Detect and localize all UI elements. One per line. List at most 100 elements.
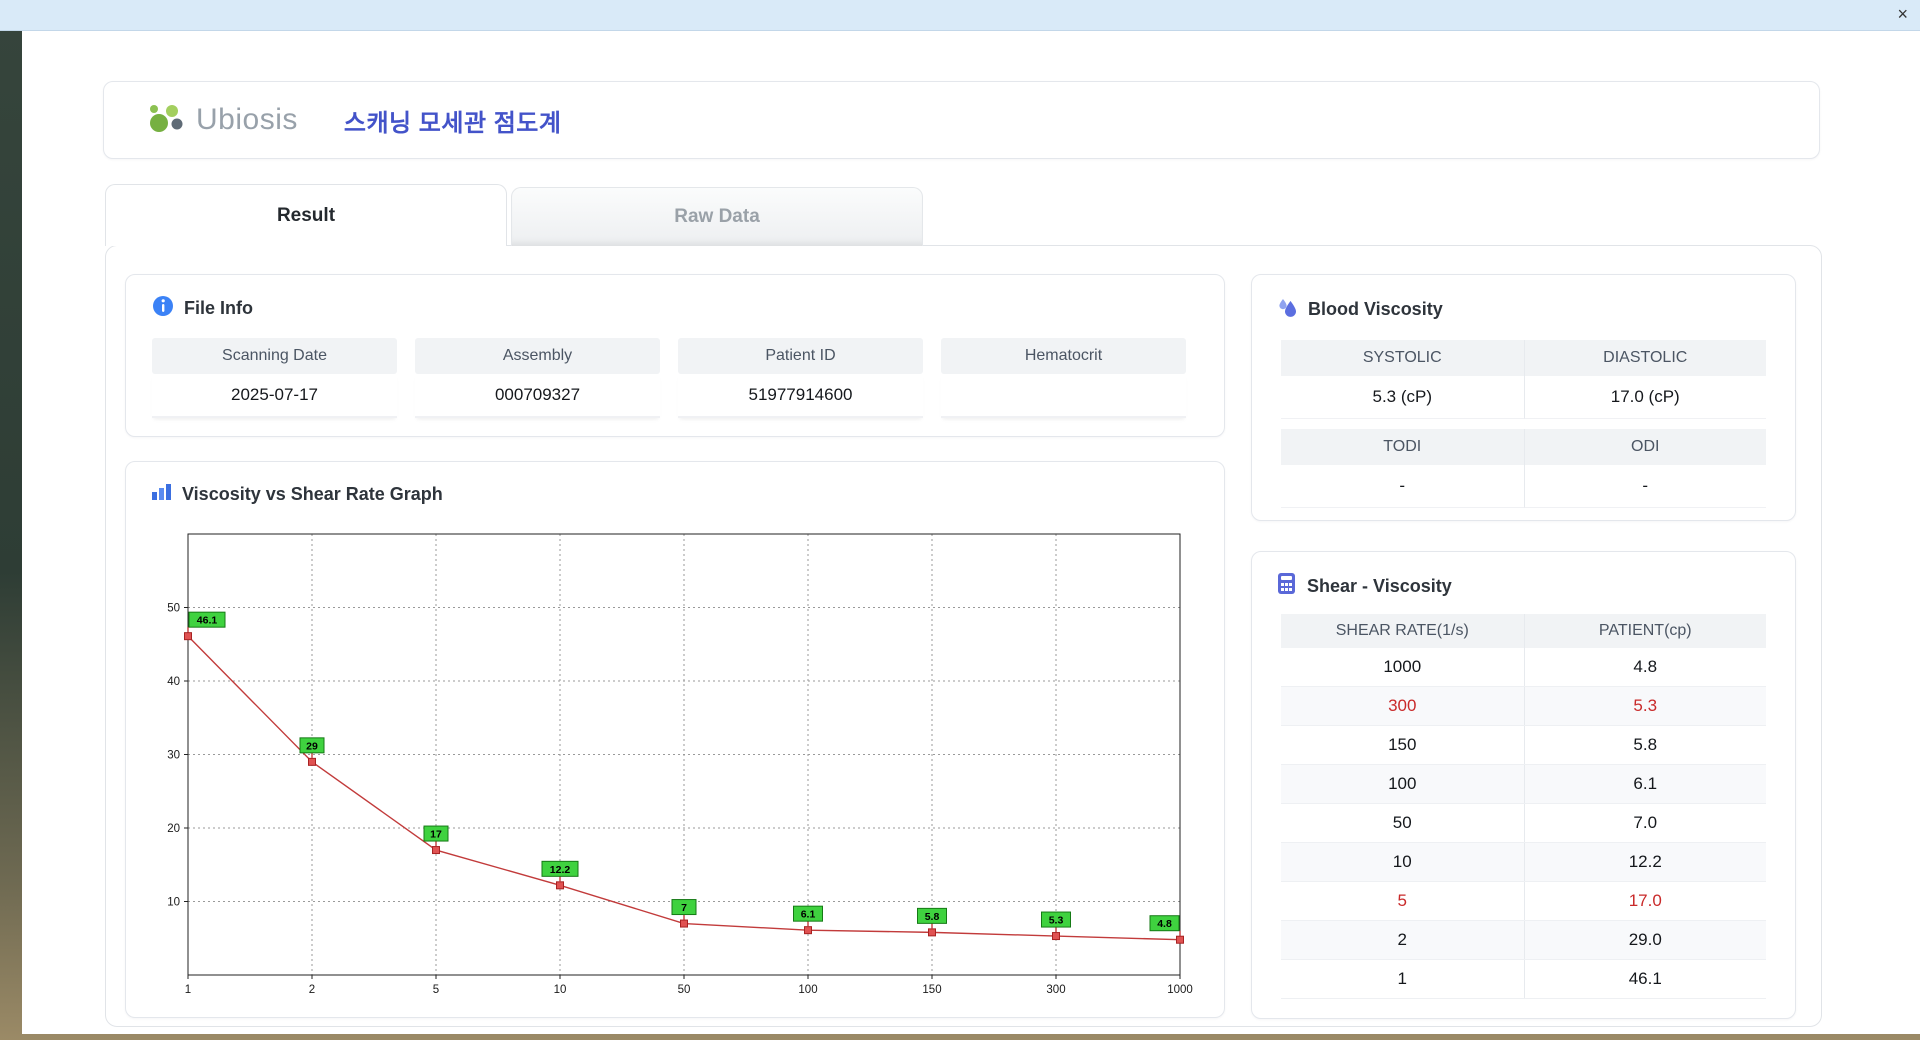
patient-viscosity-cell: 5.3 xyxy=(1523,687,1767,725)
logo-text: Ubiosis xyxy=(196,103,298,136)
shear-viscosity-card: Shear - Viscosity SHEAR RATE(1/s) PATIEN… xyxy=(1251,551,1796,1019)
svg-text:6.1: 6.1 xyxy=(801,909,816,921)
shear-rate-cell: 50 xyxy=(1392,813,1412,832)
svg-text:150: 150 xyxy=(922,984,941,996)
shear-table-body: 1000 4.8 300 5.3 150 5.8 100 6.1 50 7.0 10 12.2 5 17.… xyxy=(1281,648,1766,999)
graph-title-row: Viscosity vs Shear Rate Graph xyxy=(150,482,1200,507)
odi-label: ODI xyxy=(1523,429,1766,465)
shear-rate-cell: 1 xyxy=(1397,969,1407,988)
svg-text:5.8: 5.8 xyxy=(925,911,940,923)
blood-viscosity-value-row: 5.3 (cP) 17.0 (cP) xyxy=(1281,376,1766,419)
blood-viscosity-header-row: SYSTOLIC DIASTOLIC xyxy=(1281,340,1766,376)
shear-rate-cell: 5 xyxy=(1397,891,1407,910)
svg-text:30: 30 xyxy=(167,750,180,762)
graph-title: Viscosity vs Shear Rate Graph xyxy=(182,484,443,504)
header-card: Ubiosis 스캐닝 모세관 점도계 xyxy=(103,81,1820,159)
systolic-value: 5.3 (cP) xyxy=(1281,376,1524,419)
patient-viscosity-cell: 29.0 xyxy=(1523,921,1767,959)
patient-viscosity-cell: 5.8 xyxy=(1523,726,1767,764)
shear-table-row: 5 17.0 xyxy=(1281,882,1766,921)
file-info-field: Scanning Date 2025-07-17 xyxy=(152,338,397,418)
shear-viscosity-title-row: Shear - Viscosity xyxy=(1276,572,1771,600)
file-info-title: File Info xyxy=(184,298,253,318)
tab-raw-data[interactable]: Raw Data xyxy=(511,187,923,246)
patient-viscosity-cell: 46.1 xyxy=(1523,960,1767,998)
shear-table-row: 10 12.2 xyxy=(1281,843,1766,882)
svg-text:1: 1 xyxy=(185,984,191,996)
svg-text:50: 50 xyxy=(678,984,691,996)
shear-table-row: 50 7.0 xyxy=(1281,804,1766,843)
shear-table-row: 1000 4.8 xyxy=(1281,648,1766,687)
svg-text:5: 5 xyxy=(433,984,439,996)
file-info-field-label: Scanning Date xyxy=(152,338,397,374)
file-info-field-value xyxy=(941,374,1186,418)
patient-viscosity-cell: 17.0 xyxy=(1523,882,1767,920)
shear-rate-column-header: SHEAR RATE(1/s) xyxy=(1281,614,1524,648)
svg-text:46.1: 46.1 xyxy=(197,615,218,627)
patient-viscosity-cell: 12.2 xyxy=(1523,843,1767,881)
svg-text:17: 17 xyxy=(430,829,442,841)
shear-rate-cell: 150 xyxy=(1388,735,1417,754)
blood-viscosity-table: SYSTOLIC DIASTOLIC 5.3 (cP) 17.0 (cP) TO… xyxy=(1281,340,1766,508)
viscosity-chart: 10 20 30 40 50 1 2 5 10 50 100 150 300 1000 46.1 29 17 12… xyxy=(144,520,1202,1006)
patient-viscosity-cell: 6.1 xyxy=(1523,765,1767,803)
svg-text:100: 100 xyxy=(798,984,817,996)
info-icon xyxy=(152,295,174,322)
titlebar: × xyxy=(0,0,1920,31)
droplet-icon xyxy=(1276,295,1298,324)
shear-rate-cell: 300 xyxy=(1388,696,1417,715)
shear-viscosity-title: Shear - Viscosity xyxy=(1307,575,1452,596)
tab-result[interactable]: Result xyxy=(105,184,507,246)
bar-chart-icon xyxy=(150,482,172,507)
file-info-title-row: File Info xyxy=(152,295,1198,322)
diastolic-value: 17.0 (cP) xyxy=(1523,376,1766,419)
shear-table-row: 100 6.1 xyxy=(1281,765,1766,804)
shear-table-row: 300 5.3 xyxy=(1281,687,1766,726)
app-title: 스캐닝 모세관 점도계 xyxy=(343,109,562,137)
file-info-field: Hematocrit xyxy=(941,338,1186,418)
close-icon[interactable]: × xyxy=(1897,3,1908,25)
shear-rate-cell: 100 xyxy=(1388,774,1417,793)
diastolic-label: DIASTOLIC xyxy=(1523,340,1766,376)
file-info-grid: Scanning Date 2025-07-17 Assembly 000709327… xyxy=(152,338,1198,418)
file-info-field-label: Assembly xyxy=(415,338,660,374)
svg-text:20: 20 xyxy=(167,823,180,835)
file-info-field: Patient ID 51977914600 xyxy=(678,338,923,418)
logo: Ubiosis xyxy=(146,100,298,141)
shear-table-row: 1 46.1 xyxy=(1281,960,1766,999)
svg-text:40: 40 xyxy=(167,676,180,688)
svg-text:10: 10 xyxy=(554,984,567,996)
svg-text:50: 50 xyxy=(167,603,180,615)
file-info-field-label: Patient ID xyxy=(678,338,923,374)
patient-column-header: PATIENT(cp) xyxy=(1523,614,1766,648)
graph-card: Viscosity vs Shear Rate Graph 10 20 30 40 50… xyxy=(125,461,1225,1018)
todi-label: TODI xyxy=(1281,429,1524,465)
svg-text:2: 2 xyxy=(309,984,315,996)
svg-text:300: 300 xyxy=(1046,984,1065,996)
svg-text:12.2: 12.2 xyxy=(550,864,571,876)
svg-text:7: 7 xyxy=(681,902,687,914)
svg-text:29: 29 xyxy=(306,740,318,752)
shear-rate-cell: 1000 xyxy=(1383,657,1422,676)
shear-table-row: 2 29.0 xyxy=(1281,921,1766,960)
blood-viscosity-title: Blood Viscosity xyxy=(1308,299,1443,319)
todi-value: - xyxy=(1281,465,1524,508)
todi-odi-value-row: - - xyxy=(1281,465,1766,508)
file-info-card: File Info Scanning Date 2025-07-17 Assembl… xyxy=(125,274,1225,437)
shear-table-header: SHEAR RATE(1/s) PATIENT(cp) xyxy=(1281,614,1766,648)
todi-odi-header-row: TODI ODI xyxy=(1281,429,1766,465)
shear-table: SHEAR RATE(1/s) PATIENT(cp) 1000 4.8 300 5.… xyxy=(1281,614,1766,999)
file-info-field-label: Hematocrit xyxy=(941,338,1186,374)
file-info-field-value: 2025-07-17 xyxy=(152,374,397,418)
app-window: Ubiosis 스캐닝 모세관 점도계 Result Raw Data File… xyxy=(22,30,1920,1034)
shear-table-row: 150 5.8 xyxy=(1281,726,1766,765)
svg-text:1000: 1000 xyxy=(1167,984,1193,996)
blood-viscosity-card: Blood Viscosity SYSTOLIC DIASTOLIC 5.3 (… xyxy=(1251,274,1796,521)
patient-viscosity-cell: 4.8 xyxy=(1523,648,1767,686)
shear-rate-cell: 10 xyxy=(1392,852,1412,871)
svg-text:10: 10 xyxy=(167,897,180,909)
svg-text:4.8: 4.8 xyxy=(1157,918,1172,930)
file-info-field-value: 000709327 xyxy=(415,374,660,418)
systolic-label: SYSTOLIC xyxy=(1281,340,1524,376)
logo-mark-icon xyxy=(146,100,188,141)
